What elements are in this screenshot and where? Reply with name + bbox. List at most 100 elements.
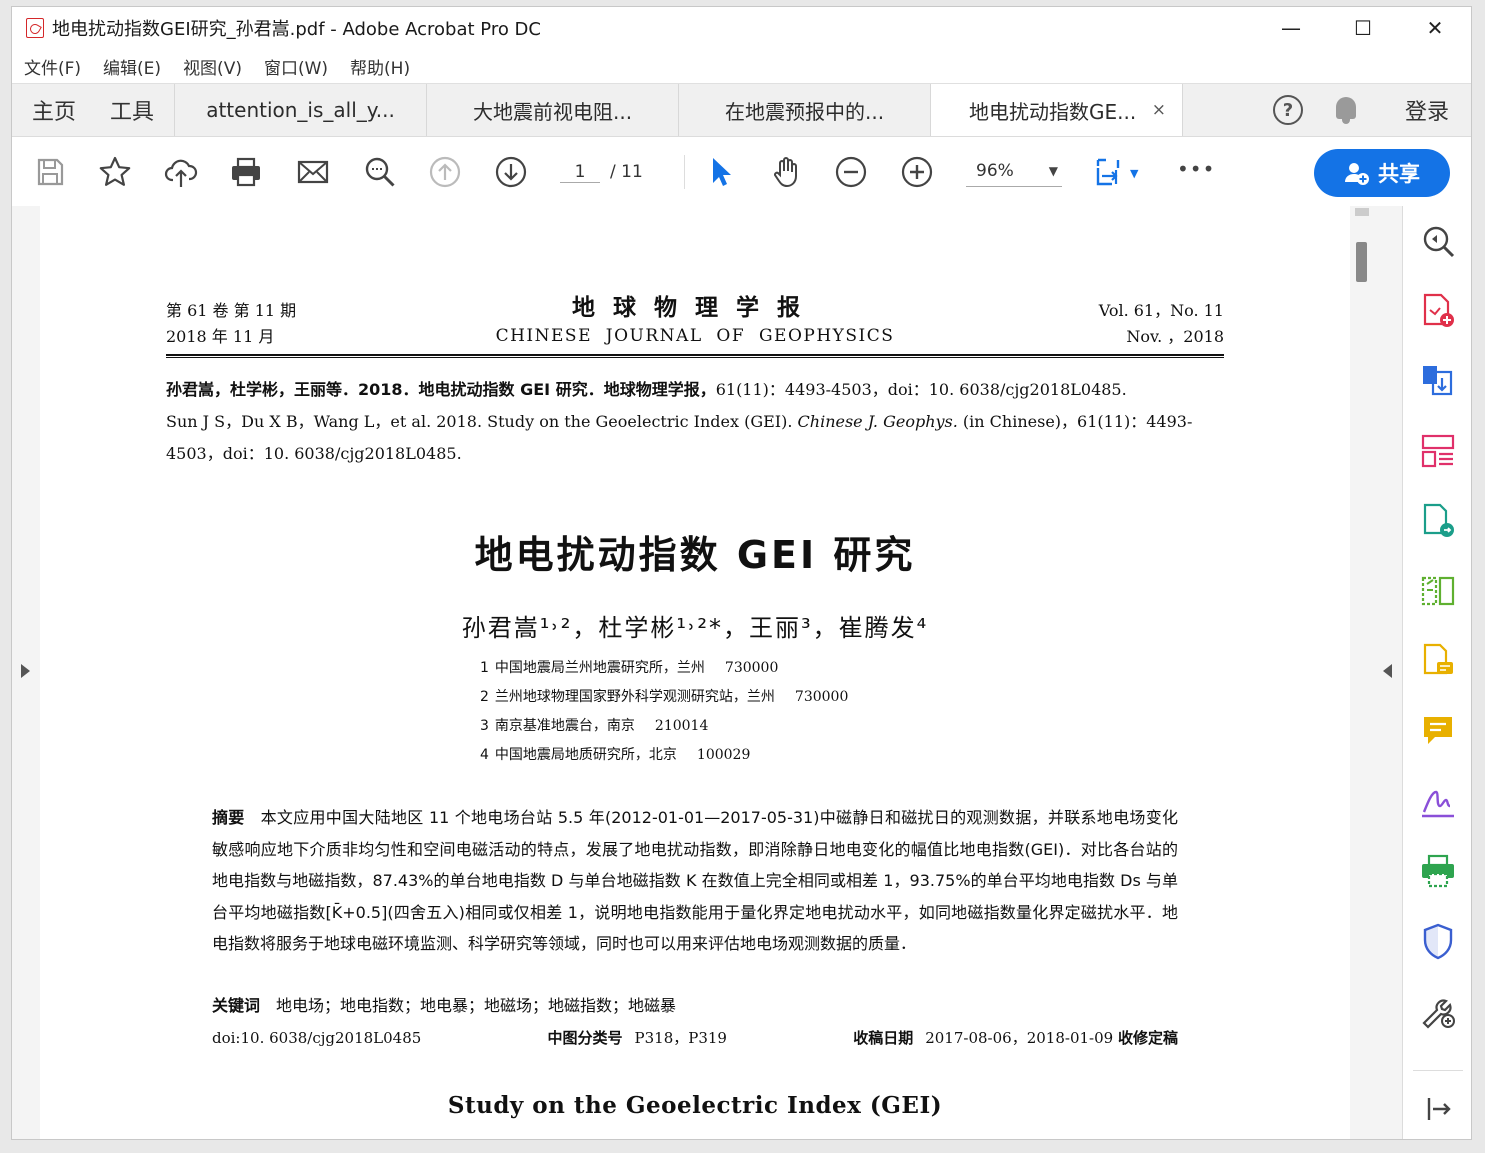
save-icon[interactable] — [32, 154, 68, 190]
search-icon[interactable] — [362, 154, 398, 190]
menu-file[interactable]: 文件(F) — [24, 54, 81, 79]
citation-block: 孙君嵩，杜学彬，王丽等．2018．地电扰动指数 GEI 研究．地球物理学报，61… — [166, 374, 1226, 470]
fit-page-chevron-icon[interactable]: ▼ — [1130, 167, 1138, 180]
volume-issue-en: Vol. 61，No. 11 — [1098, 301, 1224, 320]
compare-files-icon[interactable] — [1419, 572, 1457, 610]
doc-tab-gei[interactable]: 地电扰动指数GE... × — [930, 84, 1183, 136]
doc-tab-resistivity[interactable]: 大地震前视电阻... — [426, 84, 678, 136]
classification: 中图分类号 P318，P319 — [548, 1024, 727, 1052]
fit-page-icon[interactable] — [1092, 154, 1128, 190]
pdf-page: 第 61 卷 第 11 期 2018 年 11 月 地球物理学报 CHINESE… — [40, 206, 1350, 1139]
journal-name-cn: 地球物理学报 — [572, 295, 818, 321]
zoom-in-icon[interactable] — [899, 154, 935, 190]
document-area: 第 61 卷 第 11 期 2018 年 11 月 地球物理学报 CHINESE… — [12, 206, 1471, 1139]
affiliation-number: 2 — [480, 689, 489, 705]
window-title: 地电扰动指数GEI研究_孙君嵩.pdf - Adobe Acrobat Pro … — [52, 19, 541, 40]
affiliation-number: 3 — [480, 718, 489, 734]
close-button[interactable]: ✕ — [1399, 7, 1471, 49]
affiliation-zip: 730000 — [794, 689, 849, 705]
menu-edit[interactable]: 编辑(E) — [103, 54, 161, 79]
keywords-text: 地电场；地电指数；地电暴；地磁场；地磁指数；地磁暴 — [276, 996, 677, 1015]
tab-bar: 主页 工具 attention_is_all_y... 大地震前视电阻... 在… — [12, 83, 1471, 137]
paper-title: 地电扰动指数 GEI 研究 — [474, 533, 916, 577]
menu-window[interactable]: 窗口(W) — [264, 54, 328, 79]
article-meta: doi:10. 6038/cjg2018L0485 中图分类号 P318，P319… — [212, 1024, 1178, 1052]
send-pdf-icon[interactable] — [1419, 502, 1457, 540]
login-button[interactable]: 登录 — [1405, 94, 1449, 126]
scroll-thumb[interactable] — [1356, 242, 1367, 282]
print-icon[interactable] — [228, 154, 264, 190]
doi: doi:10. 6038/cjg2018L0485 — [212, 1029, 422, 1047]
affiliation-name: 兰州地球物理国家野外科学观测研究站，兰州 — [494, 689, 775, 705]
bookmark-star-icon[interactable] — [97, 154, 133, 190]
right-panel-toggle[interactable] — [1374, 206, 1402, 1139]
comment-icon[interactable] — [1419, 712, 1457, 750]
minimize-button[interactable]: — — [1255, 7, 1327, 49]
maximize-button[interactable]: ☐ — [1327, 7, 1399, 49]
select-cursor-icon[interactable] — [702, 154, 738, 190]
volume-issue: 第 61 卷 第 11 期 — [166, 301, 297, 320]
scroll-up-arrow-icon[interactable] — [1355, 208, 1369, 216]
comment-file-icon[interactable] — [1419, 642, 1457, 680]
vertical-scrollbar[interactable] — [1350, 206, 1374, 1139]
keywords-label: 关键词 — [212, 996, 261, 1015]
citation-cn-tail: 61(11)：4493-4503，doi：10. 6038/cjg2018L04… — [715, 380, 1127, 399]
next-page-icon[interactable] — [493, 154, 529, 190]
email-icon[interactable] — [295, 154, 331, 190]
pdf-app-icon — [26, 18, 44, 38]
citation-en-journal: Chinese J. Geophys. — [797, 412, 958, 431]
organize-pages-icon[interactable] — [1419, 432, 1457, 470]
tools-pane-divider — [1413, 1070, 1463, 1071]
add-person-icon — [1345, 163, 1369, 185]
print-production-icon[interactable] — [1419, 852, 1457, 890]
left-panel-toggle[interactable] — [12, 206, 40, 1139]
collapse-pane-icon[interactable] — [1419, 1090, 1457, 1128]
doc-tab-forecast[interactable]: 在地震预报中的... — [678, 84, 930, 136]
page-number-field[interactable]: 1 / 11 — [560, 157, 670, 187]
zoom-dropdown[interactable]: 96% ▼ — [966, 155, 1062, 187]
doc-tab-attention[interactable]: attention_is_all_y... — [174, 84, 426, 136]
share-button[interactable]: 共享 — [1314, 149, 1450, 197]
affiliation-number: 1 — [480, 660, 489, 676]
fill-sign-icon[interactable] — [1419, 782, 1457, 820]
menu-help[interactable]: 帮助(H) — [350, 54, 410, 79]
hand-tool-icon[interactable] — [768, 154, 804, 190]
tab-bar-right: ? 登录 — [1182, 84, 1471, 136]
expand-left-arrow-icon[interactable] — [21, 664, 30, 678]
more-tools-icon[interactable]: ••• — [1177, 157, 1215, 181]
class-value: P318，P319 — [634, 1029, 727, 1047]
search-enhanced-icon[interactable] — [1419, 222, 1457, 260]
journal-header: 地球物理学报 CHINESE JOURNAL OF GEOPHYSICS — [490, 288, 900, 346]
affiliation-item: 3 南京基准地震台，南京 210014 — [480, 712, 848, 741]
upload-cloud-icon[interactable] — [163, 154, 199, 190]
received-value: 2017-08-06，2018-01-09 — [925, 1029, 1114, 1047]
affiliation-number: 4 — [480, 747, 489, 763]
total-pages: / 11 — [610, 162, 643, 182]
create-pdf-icon[interactable] — [1419, 292, 1457, 330]
class-label: 中图分类号 — [547, 1029, 623, 1047]
affiliation-name: 中国地震局兰州地震研究所，兰州 — [494, 660, 705, 676]
tab-home[interactable]: 主页 — [32, 94, 76, 126]
revised-label: 收修定稿 — [1117, 1029, 1178, 1047]
affiliation-item: 1 中国地震局兰州地震研究所，兰州 730000 — [480, 654, 848, 683]
help-icon[interactable]: ? — [1272, 95, 1303, 125]
tab-close-icon[interactable]: × — [1152, 100, 1166, 120]
acrobat-window: 地电扰动指数GEI研究_孙君嵩.pdf - Adobe Acrobat Pro … — [11, 6, 1472, 1140]
export-pdf-icon[interactable] — [1419, 362, 1457, 400]
current-page-input[interactable]: 1 — [560, 162, 600, 183]
issue-date-en: Nov. ，2018 — [1126, 327, 1224, 346]
collapse-right-arrow-icon[interactable] — [1383, 664, 1392, 678]
zoom-out-icon[interactable] — [833, 154, 869, 190]
menu-view[interactable]: 视图(V) — [183, 54, 242, 79]
doc-tab-gei-label: 地电扰动指数GE... — [969, 99, 1137, 124]
previous-page-icon[interactable] — [427, 154, 463, 190]
journal-name-en: CHINESE JOURNAL OF GEOPHYSICS — [495, 326, 895, 346]
header-rule — [166, 354, 1224, 358]
tab-tools[interactable]: 工具 — [110, 94, 154, 126]
more-tools-wrench-icon[interactable] — [1419, 992, 1457, 1030]
notification-bell-icon[interactable] — [1333, 95, 1359, 125]
affiliation-name: 中国地震局地质研究所，北京 — [494, 747, 677, 763]
citation-en: Sun J S，Du X B，Wang L，et al. 2018. Study… — [166, 412, 798, 431]
protect-shield-icon[interactable] — [1419, 922, 1457, 960]
share-label: 共享 — [1378, 162, 1420, 186]
